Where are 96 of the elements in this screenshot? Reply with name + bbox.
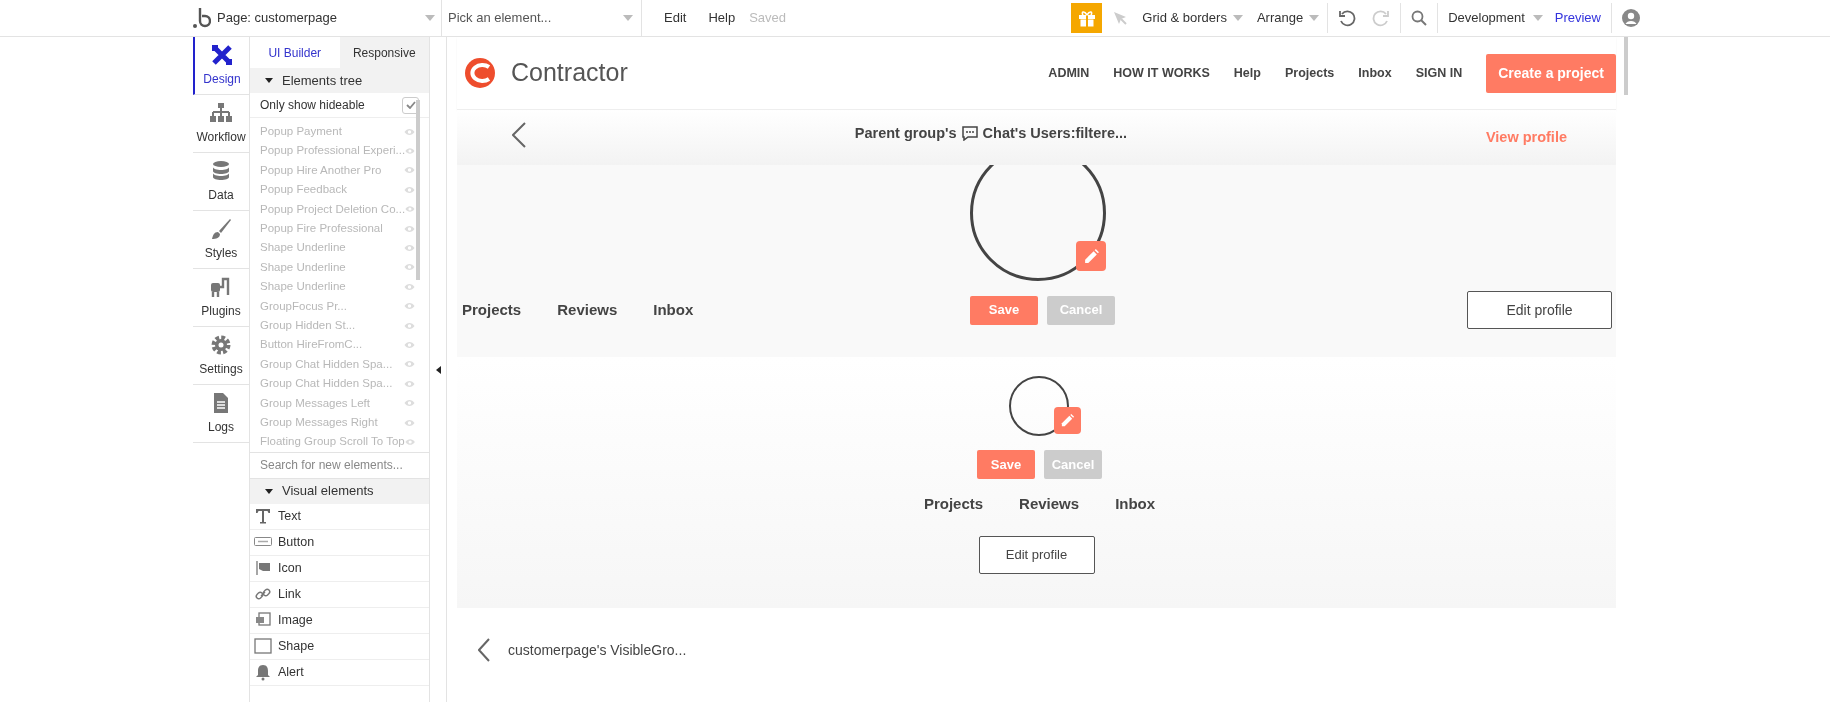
nav-link[interactable]: Inbox — [1358, 63, 1392, 83]
sitemap-icon — [209, 101, 233, 125]
profile-tab[interactable]: Reviews — [1019, 493, 1080, 516]
eye-icon — [404, 282, 415, 291]
profile-tab[interactable]: Reviews — [557, 298, 618, 322]
search-icon — [1411, 10, 1428, 26]
caret-icon — [425, 15, 435, 21]
profile-tab[interactable]: Inbox — [653, 298, 694, 322]
logo-icon — [193, 7, 211, 29]
caret-icon — [265, 78, 273, 83]
caret-icon — [623, 15, 633, 21]
sidebar-tab[interactable]: Workflow — [193, 95, 249, 153]
group-title: Chat's Users:filtere... — [982, 123, 1128, 143]
back-chevron-icon — [478, 638, 490, 662]
palette-item[interactable]: Image — [250, 607, 429, 634]
eye-icon — [404, 244, 415, 253]
settings-icon — [209, 333, 233, 357]
gift-icon — [1077, 9, 1096, 27]
palette-item[interactable]: Alert — [250, 659, 429, 686]
user-icon — [1622, 9, 1640, 27]
eye-icon — [404, 127, 415, 136]
flag-icon — [254, 559, 272, 578]
pencil-icon — [1082, 247, 1100, 265]
nav-link[interactable]: SIGN IN — [1415, 63, 1463, 83]
eye-icon — [404, 185, 415, 194]
menu-item[interactable]: Help — [708, 8, 736, 28]
environment-dropdown[interactable]: Development — [1448, 8, 1543, 28]
caret-icon — [1309, 15, 1320, 21]
page-selector[interactable]: Page: customerpage — [214, 0, 442, 37]
bell-icon — [254, 663, 272, 682]
palette-item[interactable]: Button — [250, 529, 429, 556]
gift-button[interactable] — [1071, 3, 1103, 33]
profile-tab[interactable]: Projects — [462, 298, 522, 322]
profile-tab[interactable]: Inbox — [1115, 493, 1156, 516]
filter-label: Only show hideable — [260, 97, 365, 114]
caret-icon — [1532, 15, 1543, 21]
eye-icon — [404, 263, 415, 272]
eye-icon — [404, 418, 415, 427]
sidebar-tab[interactable]: Plugins — [193, 269, 249, 327]
nav-link[interactable]: Projects — [1284, 63, 1335, 83]
edit-profile-button[interactable]: Edit profile — [978, 535, 1095, 574]
caret-icon — [1232, 15, 1243, 21]
profile-tab[interactable]: Projects — [923, 493, 984, 516]
eye-icon — [404, 166, 415, 175]
eye-icon — [404, 224, 415, 233]
nav-link[interactable]: HOW IT WORKS — [1113, 63, 1210, 83]
sidebar-tab[interactable]: Data — [193, 153, 249, 211]
eye-icon — [405, 147, 415, 156]
palette-item[interactable]: Icon — [250, 555, 429, 582]
back-chevron-icon — [512, 121, 526, 148]
sidebar-tab[interactable]: Logs — [193, 385, 249, 443]
group-title: customerpage's VisibleGro... — [508, 640, 687, 660]
section-header[interactable]: Elements tree — [250, 68, 429, 93]
edit-photo-button[interactable] — [1053, 407, 1081, 434]
caret-icon — [265, 488, 273, 494]
sidebar-tab[interactable]: Settings — [193, 327, 249, 385]
eye-icon — [404, 399, 415, 408]
brush-icon — [209, 217, 233, 241]
preview-link[interactable]: Preview — [1554, 8, 1601, 28]
menu-item[interactable]: Edit — [664, 8, 687, 28]
pencil-icon — [1059, 413, 1075, 428]
eye-icon — [404, 360, 415, 369]
eye-icon — [404, 321, 415, 330]
group-title: Parent group's — [854, 123, 957, 143]
edit-photo-button[interactable] — [1076, 241, 1106, 271]
nav-link[interactable]: Help — [1233, 63, 1261, 83]
cursor-icon — [1112, 10, 1129, 26]
palette-item[interactable]: Link — [250, 581, 429, 608]
palette-item[interactable]: Text — [250, 503, 429, 530]
eye-icon — [404, 341, 415, 349]
brand-name: Contractor — [511, 57, 628, 89]
square-icon — [254, 637, 272, 656]
toolbar-dropdown[interactable]: Grid & borders — [1142, 8, 1243, 28]
eye-icon — [404, 437, 415, 446]
eye-icon — [404, 302, 415, 311]
sidebar-tab[interactable]: Styles — [193, 211, 249, 269]
edit-profile-button[interactable]: Edit profile — [1467, 291, 1612, 329]
chat-icon — [961, 126, 978, 141]
section-header[interactable]: Visual elements — [250, 478, 429, 504]
toolbar-dropdown[interactable]: Arrange — [1256, 8, 1320, 28]
palette-item[interactable]: Shape — [250, 633, 429, 660]
redo-icon — [1372, 9, 1391, 27]
tools-icon — [210, 43, 234, 67]
save-status: Saved — [749, 9, 787, 28]
logo-icon — [465, 58, 495, 88]
scrollbar-thumb — [1624, 37, 1628, 95]
undo-icon — [1338, 9, 1357, 27]
search-field[interactable]: Search for new elements... — [250, 452, 429, 479]
text-icon — [254, 507, 272, 526]
eye-icon — [404, 379, 415, 388]
element-picker[interactable]: Pick an element... — [442, 0, 642, 37]
check-icon — [405, 101, 416, 109]
panel-tab[interactable]: Responsive — [339, 37, 429, 68]
eye-icon — [405, 205, 415, 214]
nav-link[interactable]: ADMIN — [1048, 63, 1090, 83]
collapse-icon — [435, 365, 441, 374]
